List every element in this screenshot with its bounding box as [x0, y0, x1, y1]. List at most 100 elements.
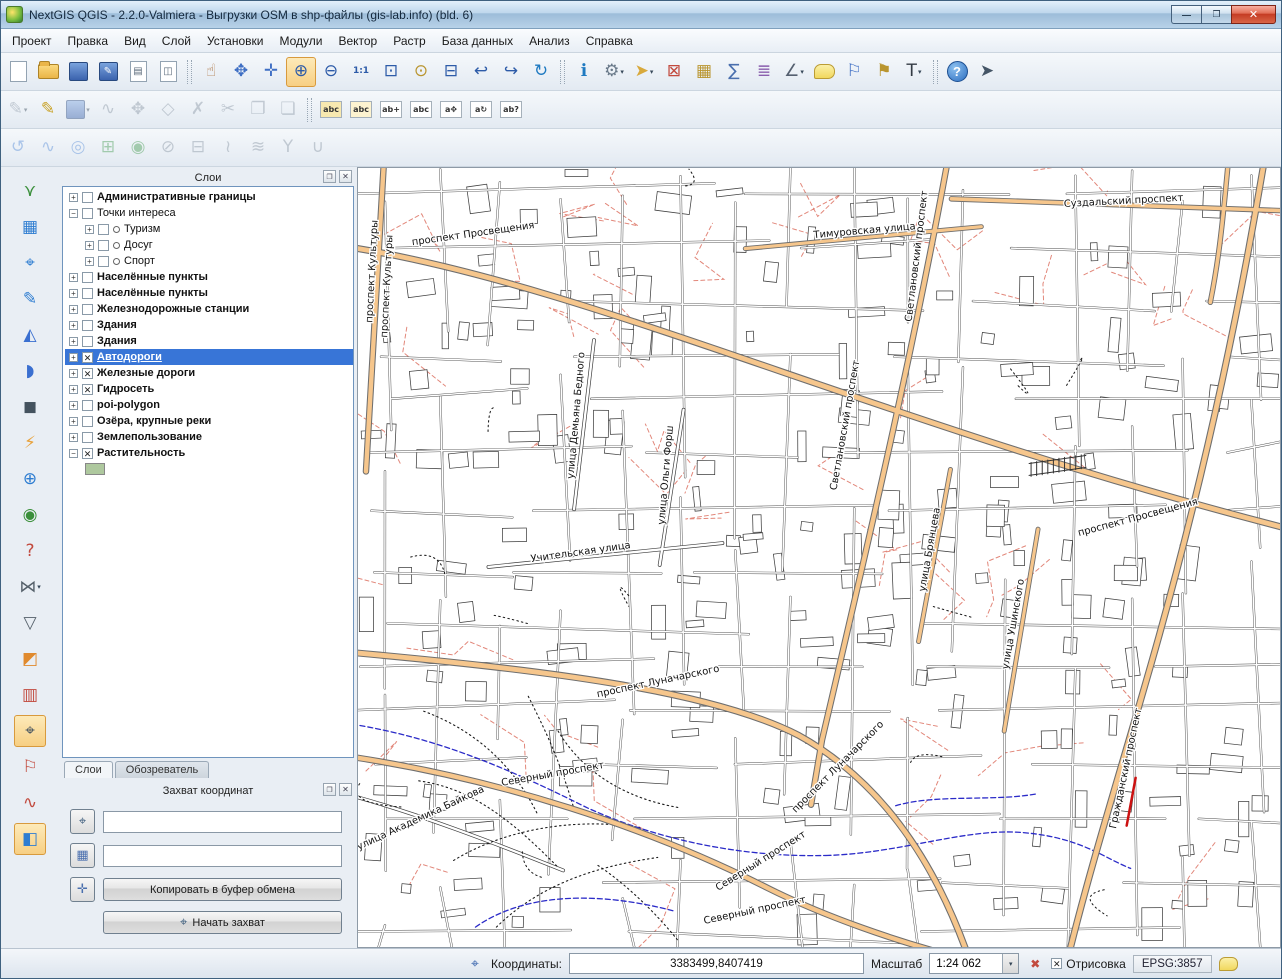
layer-checkbox[interactable] [82, 416, 93, 427]
topology-checker-icon[interactable]: ⋈ [14, 571, 46, 603]
new-bookmark-icon[interactable]: ⚐ [839, 57, 869, 87]
expander-plus-icon[interactable] [69, 401, 78, 410]
expander-plus-icon[interactable] [69, 337, 78, 346]
expander-plus-icon[interactable] [69, 305, 78, 314]
checkbox-icon[interactable] [1051, 958, 1062, 969]
raster-tools-icon[interactable]: ▦ [14, 211, 46, 243]
panel-float-icon[interactable] [323, 170, 336, 183]
tab-layers[interactable]: Слои [64, 761, 113, 778]
layer-item[interactable]: Землепользование [65, 429, 353, 445]
globe-view-icon[interactable]: ◉ [14, 499, 46, 531]
run-feature-action-icon[interactable]: ⚙ [599, 57, 629, 87]
start-capture-button[interactable]: Начать захват [103, 911, 342, 934]
layer-item[interactable]: Гидросеть [65, 381, 353, 397]
menu-layer[interactable]: Слой [154, 31, 199, 51]
layer-checkbox[interactable] [82, 208, 93, 219]
expander-plus-icon[interactable] [69, 289, 78, 298]
expander-plus-icon[interactable] [69, 417, 78, 426]
panel-close-icon[interactable] [339, 783, 352, 796]
tab-browser[interactable]: Обозреватель [115, 761, 210, 778]
layer-item[interactable]: Здания [65, 317, 353, 333]
layer-item[interactable]: Железнодорожные станции [65, 301, 353, 317]
field-calculator-icon[interactable]: ∑ [719, 57, 749, 87]
zoom-out-icon[interactable]: ⊖ [316, 57, 346, 87]
freehand-editing-icon[interactable]: ✎ [14, 283, 46, 315]
expander-plus-icon[interactable] [69, 385, 78, 394]
touch-zoom-icon[interactable]: ☝ [196, 57, 226, 87]
road-graph-icon[interactable]: ? [14, 535, 46, 567]
layer-item[interactable]: Административные границы [65, 189, 353, 205]
spatial-index-icon[interactable]: ◼ [14, 391, 46, 423]
chevron-down-icon[interactable] [1002, 954, 1018, 973]
move-label-icon[interactable]: a✥ [436, 95, 466, 125]
log-messages-icon[interactable] [1219, 957, 1238, 971]
zoom-to-layer-icon[interactable]: ⊟ [436, 57, 466, 87]
table-manager-icon[interactable]: ▥ [14, 679, 46, 711]
menu-project[interactable]: Проект [4, 31, 60, 51]
menu-view[interactable]: Вид [116, 31, 154, 51]
layer-checkbox[interactable] [82, 448, 93, 459]
interpolation-icon[interactable]: ◭ [14, 319, 46, 351]
layer-checkbox[interactable] [82, 304, 93, 315]
show-hide-labels-icon[interactable]: abc [406, 95, 436, 125]
menu-plugins[interactable]: Модули [271, 31, 330, 51]
toggle-editing-icon[interactable]: ✎ [33, 95, 63, 125]
expander-plus-icon[interactable] [85, 257, 94, 266]
menu-help[interactable]: Справка [578, 31, 641, 51]
expander-plus-icon[interactable] [69, 193, 78, 202]
scale-combo[interactable]: 1:24 062 [929, 953, 1019, 974]
processing-tools-icon[interactable]: ⚡ [14, 427, 46, 459]
layer-checkbox[interactable] [98, 224, 109, 235]
expander-plus-icon[interactable] [85, 225, 94, 234]
text-annotation-icon[interactable]: T [899, 57, 929, 87]
composer-manager-icon[interactable]: ◫ [153, 57, 183, 87]
layer-checkbox[interactable] [82, 400, 93, 411]
layer-checkbox[interactable] [98, 256, 109, 267]
layer-item[interactable]: Спорт [65, 253, 353, 269]
layer-checkbox[interactable] [82, 272, 93, 283]
map-tips-icon[interactable] [809, 57, 839, 87]
expander-plus-icon[interactable] [85, 241, 94, 250]
zoom-last-icon[interactable]: ↩ [466, 57, 496, 87]
web-services-icon[interactable]: ⊕ [14, 463, 46, 495]
help-contents-icon[interactable]: ? [942, 57, 972, 87]
open-attribute-table-icon[interactable]: ▦ [689, 57, 719, 87]
profile-tool-icon[interactable]: ∿ [14, 787, 46, 819]
layer-checkbox[interactable] [82, 368, 93, 379]
panel-close-icon[interactable] [339, 170, 352, 183]
layer-checkbox[interactable] [82, 192, 93, 203]
layer-item[interactable]: poi-polygon [65, 397, 353, 413]
highlight-pinned-labels-icon[interactable]: abc [346, 95, 376, 125]
layer-labeling-options-icon[interactable]: abc [316, 95, 346, 125]
show-bookmarks-icon[interactable]: ⚑ [869, 57, 899, 87]
select-features-icon[interactable]: ➤ [629, 57, 659, 87]
layer-item[interactable]: Озёра, крупные реки [65, 413, 353, 429]
coordinate-input-1[interactable] [103, 811, 342, 833]
layer-item[interactable]: Населённые пункты [65, 285, 353, 301]
georeferencer-icon[interactable]: ⌖ [14, 247, 46, 279]
osm-place-search-icon[interactable]: ⚐ [14, 751, 46, 783]
save-project-icon[interactable] [63, 57, 93, 87]
statistical-summary-icon[interactable]: ≣ [749, 57, 779, 87]
capture-grid-button[interactable] [70, 843, 95, 868]
rotate-label-icon[interactable]: a↻ [466, 95, 496, 125]
layer-tree[interactable]: Административные границыТочки интересаТу… [62, 186, 354, 758]
layer-item[interactable]: Растительность [65, 445, 353, 461]
change-label-properties-icon[interactable]: ab? [496, 95, 526, 125]
coordinate-capture-icon[interactable]: ⌖ [14, 715, 46, 747]
layer-checkbox[interactable] [82, 288, 93, 299]
layer-item[interactable]: Точки интереса [65, 205, 353, 221]
coordinate-input-2[interactable] [103, 845, 342, 867]
expander-plus-icon[interactable] [69, 321, 78, 330]
maximize-button[interactable] [1201, 5, 1231, 24]
zoom-full-icon[interactable]: ⊡ [376, 57, 406, 87]
measure-icon[interactable]: ∠ [779, 57, 809, 87]
layer-symbol-row[interactable] [65, 461, 353, 477]
select-by-theme-icon[interactable]: ◧ [14, 823, 46, 855]
menu-vector[interactable]: Вектор [330, 31, 385, 51]
expander-plus-icon[interactable] [69, 273, 78, 282]
panel-float-icon[interactable] [323, 783, 336, 796]
render-checkbox[interactable]: Отрисовка [1051, 957, 1126, 971]
refresh-map-icon[interactable]: ↻ [526, 57, 556, 87]
crs-status-button[interactable]: EPSG:3857 [1133, 955, 1212, 973]
